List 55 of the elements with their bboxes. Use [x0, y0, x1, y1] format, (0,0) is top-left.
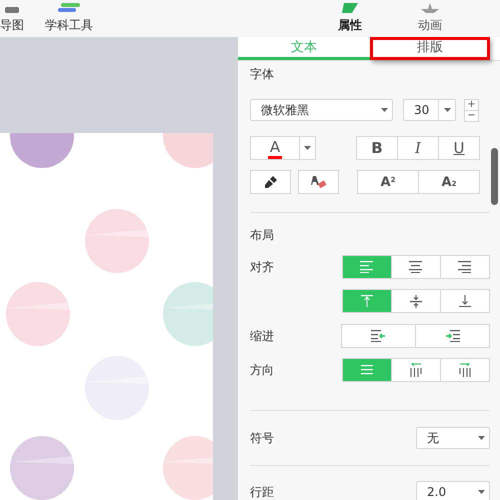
row-label: 符号: [250, 430, 274, 446]
bullet-select[interactable]: 无: [416, 427, 490, 449]
option-button[interactable]: [391, 289, 441, 313]
panel-tab[interactable]: 属性: [338, 17, 362, 34]
row-label: 方向: [250, 362, 274, 378]
clear-format-button[interactable]: [298, 170, 339, 194]
horizontal-text-icon: [361, 365, 373, 375]
tag-icon: [340, 3, 360, 13]
italic-button[interactable]: I: [397, 136, 439, 160]
option-button[interactable]: [440, 358, 490, 382]
align-left-icon: [360, 261, 374, 273]
vertical-text-icon: [459, 363, 471, 377]
underline-button[interactable]: U: [438, 136, 480, 160]
decrease-indent-icon: [371, 330, 386, 342]
eraser-icon: [310, 176, 326, 188]
row-label: 行距: [250, 484, 274, 500]
align-right-icon: [458, 261, 472, 273]
scrollbar[interactable]: [491, 148, 498, 205]
format-painter-button[interactable]: [250, 170, 291, 194]
brush-icon: [264, 176, 276, 188]
caret-icon: [444, 108, 450, 112]
option-button[interactable]: [440, 289, 490, 313]
caret-icon: [304, 146, 311, 150]
option-button[interactable]: [440, 255, 490, 279]
books-icon: [58, 3, 80, 13]
toolbar-button[interactable]: 学科工具: [45, 17, 93, 34]
increase-indent-icon: [445, 330, 460, 342]
tab[interactable]: 排版: [370, 37, 490, 60]
caret-icon: [380, 108, 388, 112]
spacing-select[interactable]: 2.0: [416, 481, 490, 500]
star-icon: [421, 3, 439, 13]
align-bottom-icon: [459, 295, 471, 307]
section-title: 字体: [250, 66, 275, 83]
row-label: 对齐: [250, 258, 274, 276]
panel-tab[interactable]: 动画: [418, 17, 442, 34]
bold-button[interactable]: B: [356, 136, 398, 160]
toolbar-icon: [5, 7, 19, 13]
dropdown-button[interactable]: [299, 136, 316, 160]
row-label: 缩进: [250, 328, 274, 344]
caret-icon: [478, 436, 484, 440]
caret-icon: [478, 490, 484, 494]
font-color-button[interactable]: A: [250, 136, 300, 160]
toolbar-button[interactable]: 导图: [0, 17, 24, 34]
font-family-select[interactable]: 微软雅黑: [250, 99, 393, 121]
font-size-select[interactable]: 30: [403, 99, 456, 121]
align-middle-icon: [410, 294, 422, 308]
align-center-icon: [409, 261, 423, 273]
size-up-button[interactable]: +: [464, 98, 479, 110]
color-swatch: [268, 156, 282, 158]
align-top-icon: [361, 295, 373, 307]
vertical-text-icon: [410, 363, 422, 377]
option-button[interactable]: [391, 255, 441, 279]
section-title: 布局: [250, 227, 275, 244]
size-down-button[interactable]: −: [464, 110, 479, 122]
option-button[interactable]: [391, 358, 441, 382]
